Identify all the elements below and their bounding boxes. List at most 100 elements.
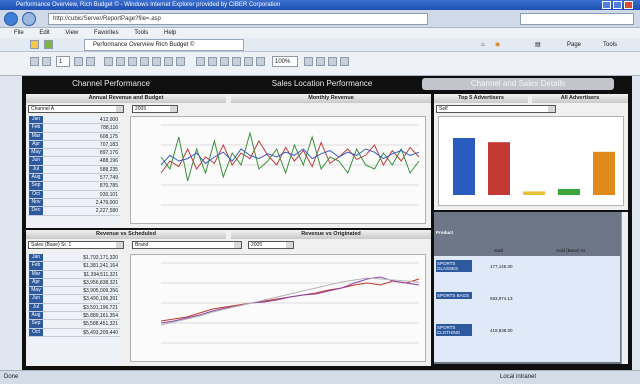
table-row: Oct $5,493,209,440 bbox=[28, 328, 120, 337]
chevron-down-icon bbox=[116, 242, 123, 248]
month-cell: Sep bbox=[29, 320, 43, 328]
chevron-down-icon bbox=[170, 106, 177, 112]
toolbar-icon-g[interactable] bbox=[304, 57, 313, 66]
toolbar-icon-h[interactable] bbox=[316, 57, 325, 66]
panel-header-originated: Revenue vs Originated bbox=[231, 230, 431, 239]
year-select-value: 2005 bbox=[135, 106, 147, 112]
channel-select-value: Channel A bbox=[31, 106, 55, 112]
advertiser-select[interactable]: Self bbox=[436, 105, 556, 113]
value-cell: $1,394,511,321 bbox=[83, 271, 118, 278]
tab-channel-performance[interactable]: Channel Performance bbox=[36, 78, 186, 90]
month-cell: Mar bbox=[29, 270, 43, 278]
add-favorite-icon[interactable] bbox=[44, 40, 53, 49]
back-button[interactable] bbox=[4, 12, 18, 26]
status-text: Done bbox=[4, 374, 19, 380]
menu-file[interactable]: File bbox=[14, 28, 24, 38]
product-sales-table: Product Sold Sold (Base) Sr. SPORTS GLAS… bbox=[434, 212, 628, 364]
next-page-icon[interactable] bbox=[74, 57, 83, 66]
year-select[interactable]: 2005 bbox=[132, 105, 178, 113]
value-cell: 488,196 bbox=[99, 158, 118, 165]
table-row: Mar $1,394,511,321 bbox=[28, 270, 120, 279]
product-cell: SPORTS CLOTHING bbox=[436, 324, 472, 336]
browser-tab[interactable]: Performance Overview Rich Budget © bbox=[84, 39, 244, 51]
revenue-line-chart-svg bbox=[160, 124, 420, 206]
monthly-revenue-table: Jan 412,000 Feb 788,116 Mar 608,175 Apr 707,183… bbox=[28, 116, 120, 226]
table-row: Aug 577,749 bbox=[28, 174, 120, 183]
chevron-down-icon bbox=[286, 242, 293, 248]
table-row: Feb 788,116 bbox=[28, 124, 120, 133]
print-report-icon[interactable] bbox=[128, 57, 137, 66]
menu-favorites[interactable]: Favorites bbox=[94, 28, 119, 38]
status-bar: Done Local intranet bbox=[0, 370, 640, 384]
print-icon[interactable]: ▤ bbox=[532, 40, 544, 50]
toolbar-icon-j[interactable] bbox=[340, 57, 349, 66]
menu-bar: File Edit View Favorites Tools Help bbox=[0, 28, 640, 38]
feeds-icon[interactable]: ◉ bbox=[492, 40, 503, 50]
zoom-select[interactable]: 100% bbox=[272, 56, 298, 67]
toolbar-icon-b[interactable] bbox=[208, 57, 217, 66]
toolbar-icon-c[interactable] bbox=[220, 57, 229, 66]
value-cell: 897,176 bbox=[99, 150, 118, 157]
value-cell: 707,183 bbox=[99, 141, 118, 148]
toolbar-icon-f[interactable] bbox=[256, 57, 265, 66]
advertiser-select-value: Self bbox=[439, 106, 448, 112]
col-header-sold: Sold bbox=[494, 248, 504, 253]
month-cell: Aug bbox=[29, 312, 43, 320]
value-cell: 788,116 bbox=[100, 125, 118, 132]
bar bbox=[488, 142, 510, 195]
sales-base-select[interactable]: Sales (Base) Sr. 1 bbox=[28, 241, 124, 249]
sold-cell: 419,838.00 bbox=[490, 328, 513, 333]
toolbar-icon-e[interactable] bbox=[244, 57, 253, 66]
first-page-icon[interactable] bbox=[30, 57, 39, 66]
product-cell: SPORTS BAGS bbox=[436, 292, 472, 299]
revenue-line-chart bbox=[130, 116, 426, 224]
page-menu[interactable]: Page bbox=[564, 40, 584, 50]
month-cell: Dec bbox=[29, 207, 43, 215]
scheduled-line-chart bbox=[130, 254, 426, 362]
search-input[interactable] bbox=[520, 13, 634, 25]
month-cell: Feb bbox=[29, 124, 43, 132]
refresh-icon[interactable] bbox=[140, 57, 149, 66]
table-row: Nov 2,479,000 bbox=[28, 198, 120, 208]
channel-select[interactable]: Channel A bbox=[28, 105, 124, 113]
close-button[interactable] bbox=[624, 1, 633, 9]
export-pdf-icon[interactable] bbox=[176, 57, 185, 66]
menu-tools[interactable]: Tools bbox=[134, 28, 148, 38]
home-icon[interactable]: ⌂ bbox=[478, 40, 488, 50]
tools-menu[interactable]: Tools bbox=[600, 40, 620, 50]
page-number-input[interactable]: 1 bbox=[56, 56, 70, 67]
export-icon[interactable] bbox=[104, 57, 113, 66]
minimize-button[interactable] bbox=[602, 1, 611, 9]
menu-view[interactable]: View bbox=[65, 28, 78, 38]
layout-icon[interactable] bbox=[164, 57, 173, 66]
bar bbox=[453, 138, 475, 195]
menu-edit[interactable]: Edit bbox=[39, 28, 49, 38]
value-cell: $3,956,838,321 bbox=[83, 279, 118, 286]
value-cell: $3,490,196,391 bbox=[83, 296, 118, 303]
favorites-star-icon[interactable] bbox=[30, 40, 39, 49]
annual-revenue-panel: Annual Revenue and Budget Monthly Revenu… bbox=[26, 94, 431, 228]
year-select-2[interactable]: 2005 bbox=[248, 241, 294, 249]
menu-help[interactable]: Help bbox=[164, 28, 176, 38]
scrollbar[interactable] bbox=[621, 212, 628, 364]
month-cell: Oct bbox=[29, 190, 43, 198]
bar bbox=[593, 151, 615, 195]
toolbar-icon-d[interactable] bbox=[232, 57, 241, 66]
tab-bar: Performance Overview Rich Budget © ⌂ ◉ ▤… bbox=[0, 38, 640, 52]
tab-channel-sales-details[interactable]: Channel and Sales Details bbox=[422, 78, 614, 90]
table-row: Sep 870,785 bbox=[28, 182, 120, 191]
save-icon[interactable] bbox=[116, 57, 125, 66]
month-cell: May bbox=[29, 287, 43, 295]
brand-select[interactable]: Brand bbox=[132, 241, 242, 249]
prev-page-icon[interactable] bbox=[42, 57, 51, 66]
bar bbox=[523, 191, 545, 195]
find-icon[interactable] bbox=[152, 57, 161, 66]
toolbar-icon-a[interactable] bbox=[196, 57, 205, 66]
toolbar-icon-i[interactable] bbox=[328, 57, 337, 66]
url-field[interactable]: http://cubic/Server/ReportPage?file=.asp bbox=[48, 13, 428, 25]
forward-button[interactable] bbox=[22, 12, 36, 26]
last-page-icon[interactable] bbox=[86, 57, 95, 66]
tab-sales-location[interactable]: Sales Location Performance bbox=[242, 78, 402, 90]
maximize-button[interactable] bbox=[613, 1, 622, 9]
month-cell: Apr bbox=[29, 278, 43, 287]
